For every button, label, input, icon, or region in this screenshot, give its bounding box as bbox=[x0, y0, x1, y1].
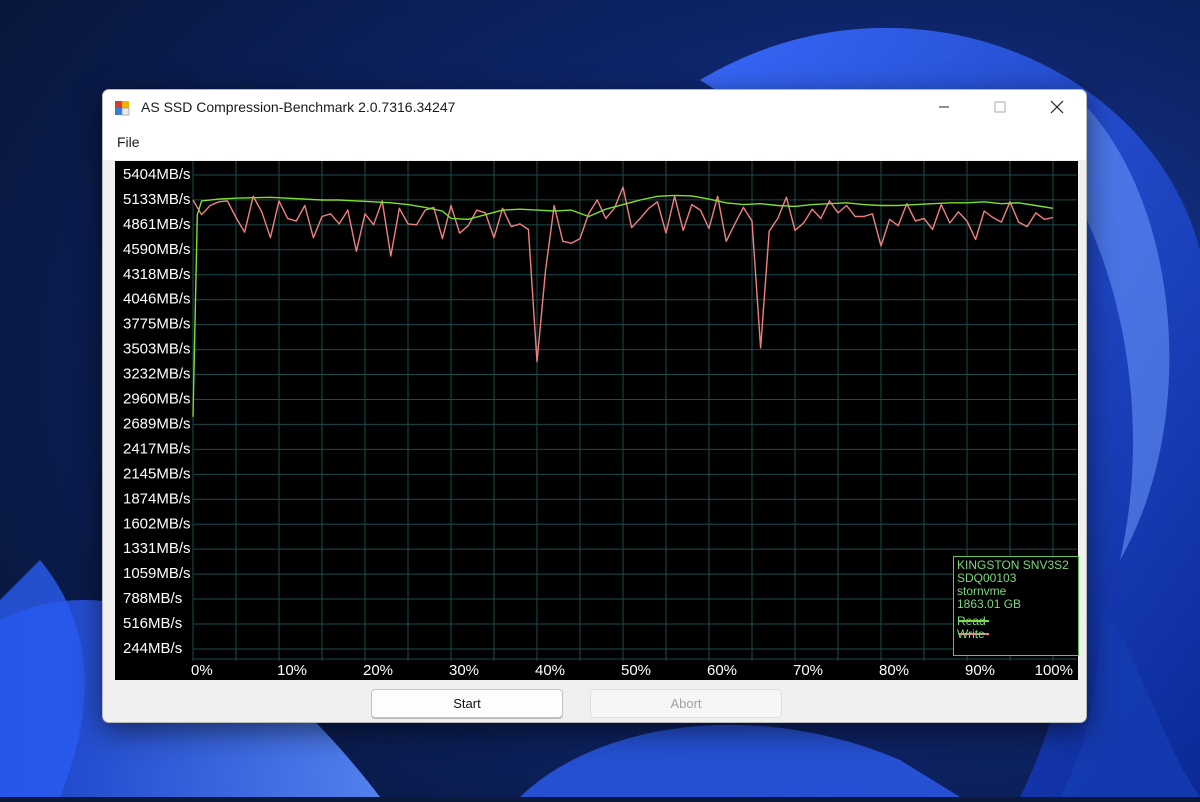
abort-button[interactable]: Abort bbox=[590, 689, 782, 718]
y-tick-label: 244MB/s bbox=[123, 640, 182, 657]
x-tick-label: 50% bbox=[621, 662, 651, 679]
x-tick-label: 0% bbox=[191, 662, 213, 679]
menu-bar: File bbox=[103, 126, 1086, 160]
y-tick-label: 3775MB/s bbox=[123, 316, 191, 333]
legend-write-label: Write bbox=[957, 627, 985, 641]
y-tick-label: 788MB/s bbox=[123, 590, 182, 607]
app-window: AS SSD Compression-Benchmark 2.0.7316.34… bbox=[102, 89, 1087, 723]
chart-svg: 5404MB/s 5133MB/s 4861MB/s 4590MB/s 4318MB/s… bbox=[123, 161, 1077, 679]
y-axis-labels: 5404MB/s 5133MB/s 4861MB/s 4590MB/s 4318MB/s… bbox=[123, 166, 191, 657]
x-tick-label: 60% bbox=[707, 662, 737, 679]
y-tick-label: 1059MB/s bbox=[123, 565, 191, 582]
button-row: Start Abort bbox=[103, 686, 1086, 720]
x-tick-label: 10% bbox=[277, 662, 307, 679]
y-tick-label: 3232MB/s bbox=[123, 366, 191, 383]
x-tick-label: 40% bbox=[535, 662, 565, 679]
y-tick-label: 2145MB/s bbox=[123, 465, 191, 482]
minimize-button[interactable] bbox=[916, 90, 972, 124]
chart-grid bbox=[192, 161, 1077, 661]
minimize-icon bbox=[939, 106, 949, 108]
y-tick-label: 1602MB/s bbox=[123, 515, 191, 532]
y-tick-label: 516MB/s bbox=[123, 615, 182, 632]
close-button[interactable] bbox=[1029, 90, 1085, 124]
y-tick-label: 5133MB/s bbox=[123, 191, 191, 208]
x-axis-labels: 0% 10% 20% 30% 40% 50% 60% 70% 80% 90% 100% bbox=[191, 662, 1073, 679]
x-tick-label: 70% bbox=[793, 662, 823, 679]
app-icon bbox=[114, 100, 130, 116]
y-tick-label: 1331MB/s bbox=[123, 540, 191, 557]
title-bar[interactable]: AS SSD Compression-Benchmark 2.0.7316.34… bbox=[103, 90, 1086, 126]
x-tick-label: 80% bbox=[879, 662, 909, 679]
y-tick-label: 2689MB/s bbox=[123, 415, 191, 432]
x-tick-label: 20% bbox=[363, 662, 393, 679]
x-tick-label: 100% bbox=[1035, 662, 1073, 679]
y-tick-label: 2417MB/s bbox=[123, 440, 191, 457]
y-tick-label: 2960MB/s bbox=[123, 391, 191, 408]
x-tick-label: 90% bbox=[965, 662, 995, 679]
benchmark-chart: 5404MB/s 5133MB/s 4861MB/s 4590MB/s 4318MB/s… bbox=[115, 161, 1079, 680]
y-tick-label: 1874MB/s bbox=[123, 490, 191, 507]
chart-legend: KINGSTON SNV3S2 SDQ00103 stornvme 1863.0… bbox=[953, 556, 1079, 656]
y-tick-label: 4318MB/s bbox=[123, 266, 191, 283]
y-tick-label: 5404MB/s bbox=[123, 166, 191, 183]
x-tick-label: 30% bbox=[449, 662, 479, 679]
y-tick-label: 3503MB/s bbox=[123, 341, 191, 358]
legend-capacity: 1863.01 GB bbox=[957, 597, 1022, 611]
window-title: AS SSD Compression-Benchmark 2.0.7316.34… bbox=[141, 99, 456, 115]
maximize-button[interactable] bbox=[972, 90, 1028, 124]
menu-file[interactable]: File bbox=[111, 134, 146, 150]
start-button[interactable]: Start bbox=[371, 689, 563, 718]
close-icon bbox=[1050, 100, 1064, 114]
y-tick-label: 4046MB/s bbox=[123, 291, 191, 308]
y-tick-label: 4861MB/s bbox=[123, 216, 191, 233]
maximize-icon bbox=[994, 101, 1006, 113]
y-tick-label: 4590MB/s bbox=[123, 241, 191, 258]
